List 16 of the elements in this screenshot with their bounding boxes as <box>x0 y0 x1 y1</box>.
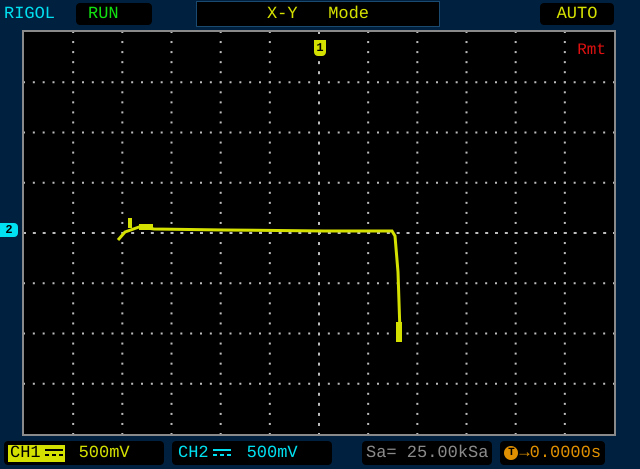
trigger-mode: AUTO <box>540 3 614 25</box>
trigger-offset: →0.0000s <box>519 444 602 462</box>
channel-scale: 500mV <box>78 444 130 462</box>
ch2-marker[interactable]: 2 <box>0 223 18 237</box>
dc-coupling-icon <box>212 448 231 458</box>
brand-label: RIGOL <box>4 6 56 22</box>
dc-coupling-icon <box>44 448 63 458</box>
ch1-marker[interactable]: 1 <box>314 40 326 56</box>
trigger-icon: T <box>504 446 518 460</box>
run-status: RUN <box>76 3 152 25</box>
sample-rate: Sa= 25.00kSa <box>362 441 492 465</box>
channel-label[interactable]: CH1 <box>8 444 65 462</box>
channel-scale: 500mV <box>246 444 298 462</box>
channel-label[interactable]: CH2 <box>176 444 233 462</box>
mode-title: X-Y Mode <box>196 1 440 27</box>
remote-indicator: Rmt <box>577 42 606 58</box>
